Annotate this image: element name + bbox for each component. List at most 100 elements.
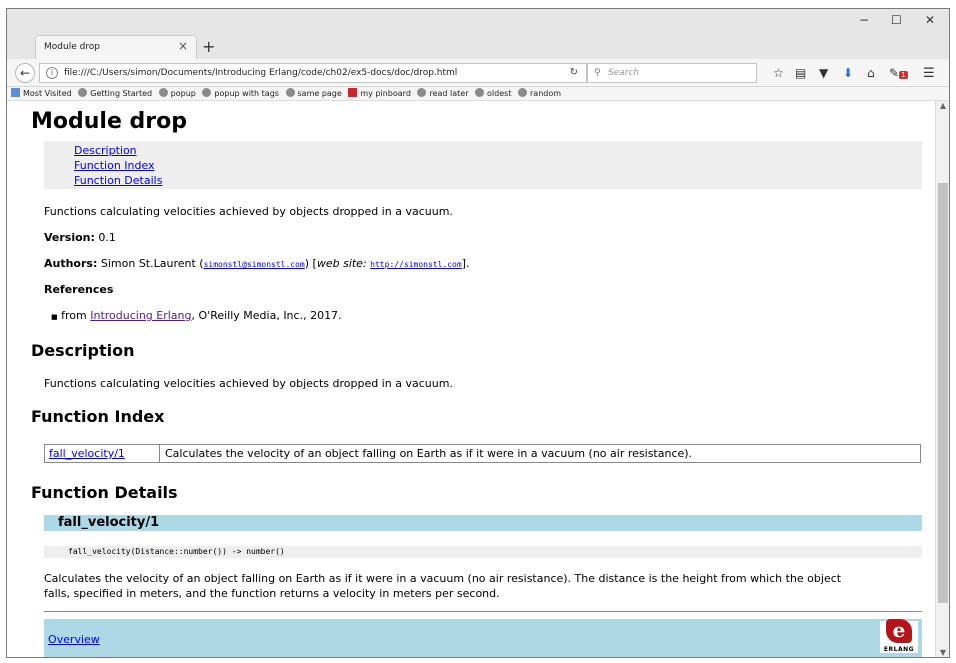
author-mid: ) [ [304,257,317,270]
bookmark-read-later[interactable]: read later [417,87,468,101]
bookmark-label: read later [429,89,469,98]
table-divider [159,445,160,462]
reference-prefix: from [61,309,91,322]
doc-nav-box: Description Function Index Function Deta… [44,141,922,189]
globe-icon [518,88,527,97]
new-tab-button[interactable]: + [202,37,215,56]
reference-link[interactable]: Introducing Erlang [90,309,191,322]
bookmarks-bar: Most Visited Getting Started popup popup… [7,87,949,101]
nav-link-function-index[interactable]: Function Index [74,159,155,172]
bookmark-popup-with-tags[interactable]: popup with tags [202,87,279,101]
function-index-table: fall_velocity/1 Calculates the velocity … [44,444,921,463]
bookmark-label: Most Visited [23,89,72,98]
vertical-scrollbar[interactable]: ▲ ▼ [935,101,949,657]
bookmark-label: oldest [487,89,512,98]
pocket-icon[interactable]: ▼ [819,66,828,80]
info-icon[interactable]: i [46,67,58,79]
tab-title: Module drop [44,42,101,52]
url-bar[interactable]: i file:///C:/Users/simon/Documents/Intro… [39,63,587,83]
back-arrow-icon[interactable]: ← [15,63,35,83]
version-label: Version: [44,231,95,244]
url-text: file:///C:/Users/simon/Documents/Introdu… [64,68,458,78]
footer-bar: Overview e ERLANG [44,619,922,657]
bookmark-label: Getting Started [90,89,153,98]
tab-close-icon[interactable]: × [178,39,188,53]
bookmark-random[interactable]: random [518,87,561,101]
globe-icon [158,88,168,97]
authors-label: Authors: [44,257,98,270]
bookmark-label: popup [170,89,196,98]
bookmark-same-page[interactable]: same page [285,87,342,101]
pinboard-icon [348,88,358,97]
addon-badge: 1 [899,71,908,79]
globe-icon [202,88,212,97]
version-line: Version: 0.1 [44,231,116,244]
author-end: ]. [461,257,470,270]
function-desc-line2: falls, specified in meters, and the func… [44,587,500,600]
authors-line: Authors: Simon St.Laurent (simonstl@simo… [44,257,469,270]
reference-suffix: , O'Reilly Media, Inc., 2017. [191,309,342,322]
menu-icon[interactable]: ☰ [923,66,935,81]
erlang-logo[interactable]: e ERLANG [880,619,918,653]
bookmark-my-pinboard[interactable]: my pinboard [348,87,411,101]
search-input[interactable]: ⚲ Search [587,63,757,83]
nav-link-function-details[interactable]: Function Details [74,174,162,187]
globe-icon [417,88,427,97]
function-name-bar: fall_velocity/1 [44,515,922,531]
page-content: Module drop Description Function Index F… [7,101,935,657]
description-heading: Description [31,341,135,360]
description-text: Functions calculating velocities achieve… [44,377,453,390]
author-name: Simon St.Laurent ( [100,257,204,270]
nav-link-description[interactable]: Description [74,144,137,157]
scrollbar-thumb[interactable] [938,183,948,603]
module-summary: Functions calculating velocities achieve… [44,205,453,218]
download-icon[interactable]: ⬇ [843,66,853,80]
index-function-desc: Calculates the velocity of an object fal… [165,447,693,460]
maximize-button[interactable]: ☐ [891,13,902,27]
bookmark-label: same page [297,89,342,98]
most-visited-icon [11,88,20,97]
function-description: Calculates the velocity of an object fal… [44,571,841,601]
globe-icon [285,88,295,97]
globe-icon [78,88,88,97]
function-index-heading: Function Index [31,407,165,426]
search-icon: ⚲ [594,68,601,78]
bookmark-most-visited[interactable]: Most Visited [11,87,72,101]
function-desc-line1: Calculates the velocity of an object fal… [44,572,842,585]
web-site-label: web site: [316,257,367,270]
star-icon[interactable]: ☆ [773,66,784,80]
bookmark-label: random [530,89,562,98]
function-signature: fall_velocity(Distance::number()) -> num… [44,546,922,558]
bookmark-getting-started[interactable]: Getting Started [78,87,152,101]
reload-icon[interactable]: ↻ [570,64,578,82]
minimize-button[interactable]: − [859,13,869,27]
close-window-button[interactable]: ✕ [925,13,935,27]
addon-icon[interactable]: ✎ 1 [889,66,908,80]
tab-bar: Module drop × + − ☐ ✕ [7,9,949,59]
erlang-e-icon: e [886,619,912,643]
bookmark-popup[interactable]: popup [158,87,196,101]
footer-divider [44,611,922,612]
page-title: Module drop [31,109,187,134]
version-value: 0.1 [98,231,116,244]
browser-window: Module drop × + − ☐ ✕ ← i file:///C:/Use… [6,8,950,658]
search-placeholder: Search [608,68,640,78]
scroll-down-arrow-icon[interactable]: ▼ [936,648,949,657]
globe-icon [475,88,485,97]
bookmark-label: popup with tags [214,89,279,98]
erlang-wordmark: ERLANG [883,646,915,653]
bullet-icon: ■ [51,313,58,321]
tab-module-drop[interactable]: Module drop × [35,35,197,59]
reading-list-icon[interactable]: ▤ [795,66,806,80]
author-email-link[interactable]: simonstl@simonstl.com [204,260,305,269]
reference-item: ■ from Introducing Erlang, O'Reilly Medi… [51,309,342,322]
navigation-bar: ← i file:///C:/Users/simon/Documents/Int… [7,59,949,87]
overview-link[interactable]: Overview [48,633,100,646]
scroll-up-arrow-icon[interactable]: ▲ [936,101,949,110]
bookmark-label: my pinboard [360,89,411,98]
references-label: References [44,283,114,296]
home-icon[interactable]: ⌂ [867,66,875,80]
index-function-link[interactable]: fall_velocity/1 [49,447,125,460]
web-site-link[interactable]: http://simonstl.com [370,260,462,269]
bookmark-oldest[interactable]: oldest [475,87,511,101]
